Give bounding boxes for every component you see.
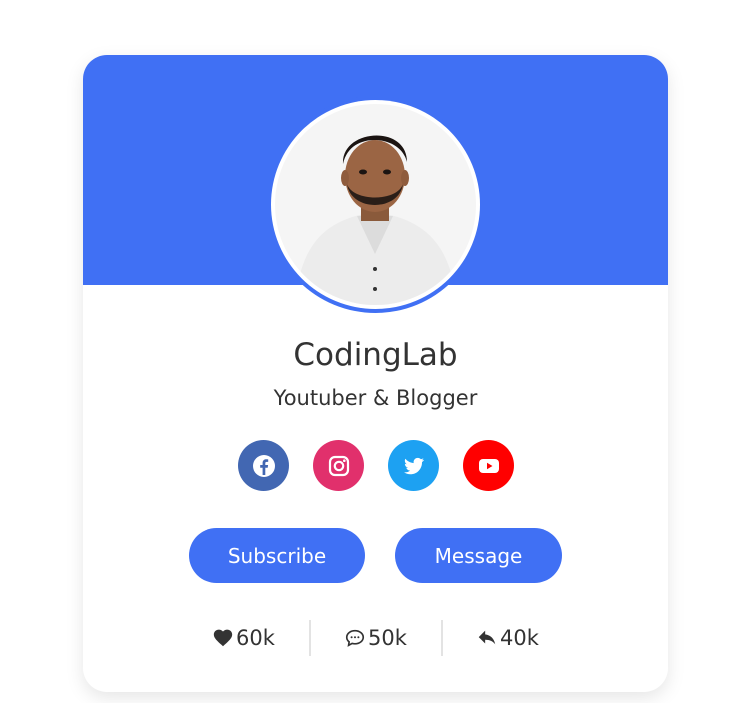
- twitter-icon: [403, 457, 424, 474]
- avatar-ring: [267, 96, 484, 313]
- instagram-icon: [328, 455, 349, 476]
- facebook-link[interactable]: [238, 440, 289, 491]
- message-button[interactable]: Message: [395, 528, 562, 583]
- likes-stat[interactable]: 60k: [179, 626, 309, 650]
- youtube-icon: [478, 458, 499, 473]
- twitter-link[interactable]: [388, 440, 439, 491]
- shares-count: 40k: [500, 626, 539, 650]
- facebook-icon: [252, 454, 275, 477]
- comments-count: 50k: [368, 626, 407, 650]
- subscribe-button[interactable]: Subscribe: [189, 528, 365, 583]
- comments-stat[interactable]: 50k: [311, 626, 441, 650]
- profile-name: CodingLab: [293, 337, 458, 373]
- heart-icon: [213, 629, 233, 647]
- instagram-link[interactable]: [313, 440, 364, 491]
- social-links: [238, 440, 514, 491]
- avatar: [271, 100, 480, 309]
- avatar-image: [275, 104, 476, 305]
- shares-stat[interactable]: 40k: [443, 626, 573, 650]
- reply-icon: [478, 630, 496, 645]
- profile-card: CodingLab Youtuber & Blogger Subscribe M…: [83, 55, 668, 692]
- youtube-link[interactable]: [463, 440, 514, 491]
- comment-icon: [345, 629, 365, 647]
- profile-role: Youtuber & Blogger: [273, 386, 478, 410]
- likes-count: 60k: [236, 626, 275, 650]
- stats-bar: 60k 50k 40k: [83, 620, 668, 656]
